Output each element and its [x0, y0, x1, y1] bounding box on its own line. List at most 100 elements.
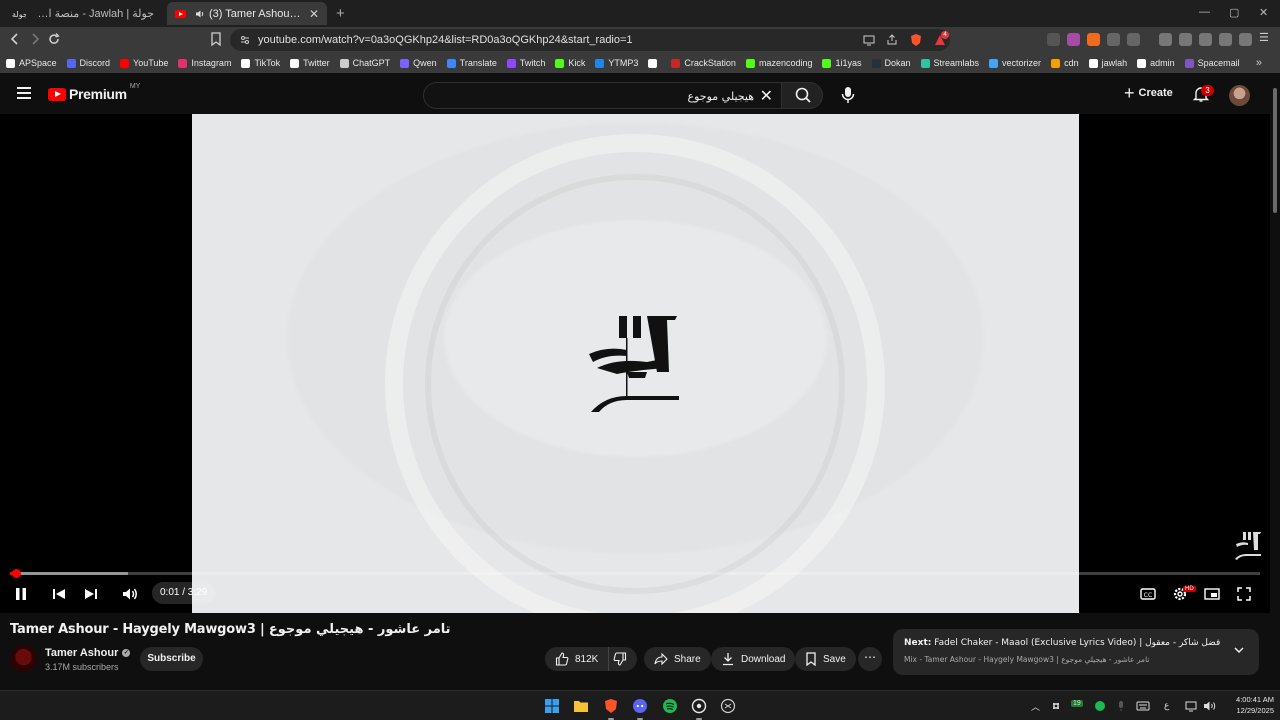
bookmark-item[interactable]: Streamlabs	[920, 58, 979, 68]
page-scrollbar[interactable]	[1270, 73, 1280, 690]
bookmark-item[interactable]: jawlah	[1088, 58, 1127, 68]
microphone-tray-icon[interactable]	[1115, 700, 1127, 712]
media-controls-icon[interactable]	[1159, 33, 1172, 46]
tab-youtube[interactable]: (3) Tamer Ashour - Haygely M ✕	[167, 2, 327, 25]
tab-jawlah[interactable]: جولة جولة | Jawlah - منصة الألعاب التفاع…	[4, 2, 162, 25]
address-bar[interactable]: youtube.com/watch?v=0a3oQGKhp24&list=RD0…	[230, 29, 950, 51]
bookmark-item[interactable]: Twitter	[290, 58, 330, 68]
pause-icon[interactable]	[12, 585, 30, 603]
next-icon[interactable]	[82, 585, 100, 603]
bookmark-item[interactable]: Dokan	[871, 58, 911, 68]
subscribe-button[interactable]: Subscribe	[140, 647, 203, 671]
bookmark-item[interactable]: Translate	[446, 58, 497, 68]
extension-vpn-icon[interactable]	[1047, 33, 1060, 46]
bookmark-item[interactable]: Discord	[66, 58, 110, 68]
volume-icon[interactable]	[121, 585, 139, 603]
search-button[interactable]	[781, 82, 823, 109]
audio-playing-icon[interactable]	[195, 9, 205, 19]
reload-icon[interactable]	[47, 32, 61, 46]
voice-search-icon[interactable]	[835, 82, 861, 108]
bookmark-item[interactable]: 1i1yas	[822, 58, 862, 68]
search-box[interactable]: ✕	[423, 82, 782, 109]
keyboard-icon[interactable]	[1136, 700, 1150, 712]
steam-icon[interactable]	[691, 698, 707, 714]
progress-bar[interactable]	[10, 572, 1260, 575]
download-button[interactable]: Download	[711, 647, 796, 671]
extension-orange-icon[interactable]	[1087, 33, 1100, 46]
chatgpt-icon[interactable]	[720, 698, 736, 714]
chevron-down-icon[interactable]	[1233, 644, 1245, 656]
bookmark-item[interactable]: TikTok	[241, 58, 280, 68]
save-button[interactable]: Save	[795, 647, 856, 671]
bookmark-item[interactable]: Twitch	[506, 58, 545, 68]
extension-purple-icon[interactable]	[1067, 33, 1080, 46]
share-button[interactable]: Share	[644, 647, 711, 671]
create-button[interactable]: + Create	[1124, 84, 1173, 102]
bookmark-item[interactable]: APSpace	[6, 58, 57, 68]
leo-ai-icon[interactable]	[1219, 33, 1232, 46]
wallet-icon[interactable]	[1199, 33, 1212, 46]
close-window-button[interactable]: ✕	[1259, 6, 1268, 19]
account-avatar[interactable]	[1229, 85, 1250, 106]
extensions-puzzle-icon[interactable]	[1107, 33, 1120, 46]
back-icon[interactable]	[9, 32, 21, 46]
bookmark-item[interactable]: CrackStation	[671, 58, 736, 68]
bookmark-item[interactable]: vectorizer	[989, 58, 1041, 68]
search-input[interactable]	[434, 87, 754, 105]
bookmark-item[interactable]: Instagram	[178, 58, 231, 68]
bookmark-item[interactable]: YTMP3	[595, 58, 638, 68]
bookmark-page-icon[interactable]	[210, 32, 222, 46]
bookmark-item[interactable]: cdn	[1051, 58, 1079, 68]
spotify-icon[interactable]	[662, 698, 678, 714]
fullscreen-icon[interactable]	[1235, 585, 1253, 603]
new-tab-button[interactable]: +	[336, 5, 345, 22]
cast-icon[interactable]	[863, 34, 875, 46]
minimize-button[interactable]: —	[1199, 6, 1210, 18]
file-explorer-icon[interactable]	[573, 698, 589, 714]
system-clock[interactable]: 4:00:41 AM 12/29/2025	[1222, 694, 1274, 716]
maximize-button[interactable]: ▢	[1229, 6, 1239, 19]
scrollbar-thumb[interactable]	[1273, 88, 1277, 213]
close-tab-icon[interactable]: ✕	[309, 7, 319, 21]
video-player[interactable]: 0:01 / 3:29 CC HD	[0, 114, 1270, 613]
network-icon[interactable]	[1185, 700, 1199, 712]
discord-icon[interactable]	[632, 698, 648, 714]
dislike-button[interactable]	[609, 647, 637, 671]
youtube-premium-logo[interactable]: Premium MY	[48, 83, 140, 102]
bookmark-item[interactable]: YouTube	[120, 58, 168, 68]
previous-icon[interactable]	[50, 585, 68, 603]
bookmark-item[interactable]: Spacemail	[1184, 58, 1240, 68]
channel-watermark-icon[interactable]	[1234, 530, 1262, 560]
share-page-icon[interactable]	[886, 34, 898, 46]
menu-icon[interactable]: ☰	[1259, 31, 1272, 44]
bookmark-item[interactable]: mazencoding	[745, 58, 812, 68]
like-button[interactable]: 812K	[545, 647, 610, 671]
guide-menu-icon[interactable]	[17, 87, 31, 99]
extension-screenshot-icon[interactable]	[1127, 33, 1140, 46]
tray-overflow-icon[interactable]: ︿	[1031, 700, 1040, 713]
miniplayer-icon[interactable]	[1203, 585, 1221, 603]
input-language[interactable]: ع	[1164, 700, 1169, 711]
windows-start-icon[interactable]	[544, 698, 560, 714]
video-frame[interactable]	[192, 114, 1079, 613]
vpn-shield-icon[interactable]	[1239, 33, 1252, 46]
more-bookmarks-icon[interactable]: »	[1256, 57, 1262, 69]
captions-icon[interactable]: CC	[1139, 585, 1157, 603]
site-settings-icon[interactable]	[240, 35, 250, 45]
up-next-card[interactable]: Next: Fadel Chaker - Maaol (Exclusive Ly…	[893, 629, 1259, 675]
slack-icon[interactable]	[1050, 700, 1062, 712]
bookmark-item[interactable]	[648, 58, 661, 68]
tray-app-badge[interactable]: 19	[1071, 700, 1083, 707]
clear-search-icon[interactable]: ✕	[760, 86, 773, 106]
brave-shield-icon[interactable]	[909, 33, 923, 47]
bookmark-item[interactable]: Qwen	[400, 58, 437, 68]
bookmark-item[interactable]: Kick	[555, 58, 585, 68]
forward-icon[interactable]	[29, 32, 41, 46]
channel-avatar[interactable]	[10, 645, 37, 672]
spotify-tray-icon[interactable]	[1095, 701, 1105, 711]
bookmark-item[interactable]: ChatGPT	[339, 58, 390, 68]
speaker-icon[interactable]	[1203, 700, 1217, 712]
progress-scrubber[interactable]	[12, 569, 22, 578]
brave-browser-icon[interactable]	[603, 698, 619, 714]
channel-name-link[interactable]: Tamer Ashour ✓	[45, 647, 131, 659]
